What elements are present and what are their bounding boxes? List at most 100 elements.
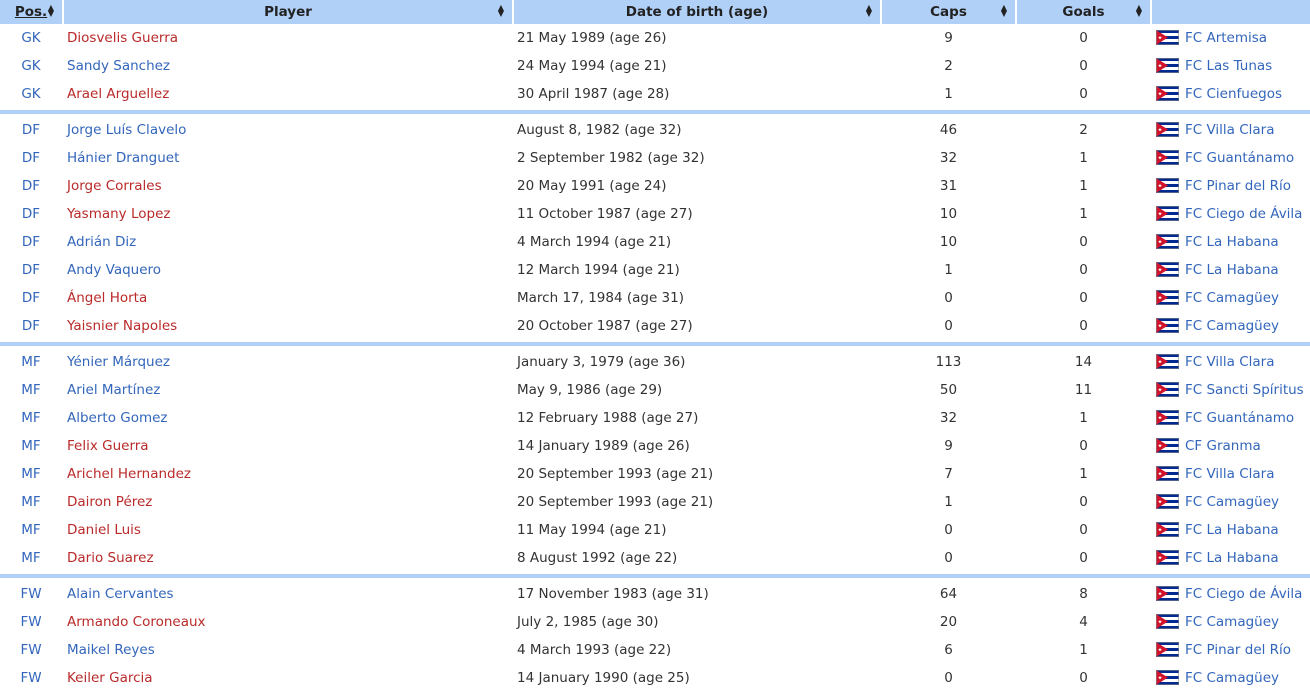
club-link[interactable]: FC La Habana	[1185, 550, 1279, 566]
squad-table: Pos. ▲ ▼ Player ▲ ▼ Date of birth (age) ▲ ▼ Ca…	[0, 0, 1310, 692]
group-separator	[0, 340, 1310, 348]
position-cell[interactable]: FW	[0, 664, 62, 692]
position-cell[interactable]: GK	[0, 52, 62, 80]
player-link[interactable]: Yénier Márquez	[67, 354, 170, 370]
sort-icon[interactable]: ▲ ▼	[1001, 4, 1007, 18]
position-cell[interactable]: MF	[0, 516, 62, 544]
club-link[interactable]: FC Cienfuegos	[1185, 86, 1282, 102]
position-cell[interactable]: DF	[0, 116, 62, 144]
club-link[interactable]: FC Camagüey	[1185, 494, 1279, 510]
sort-icon[interactable]: ▲ ▼	[866, 4, 872, 18]
goals-cell: 0	[1079, 262, 1088, 278]
position-cell[interactable]: DF	[0, 312, 62, 340]
club-link[interactable]: FC La Habana	[1185, 262, 1279, 278]
player-link[interactable]: Yaisnier Napoles	[67, 318, 177, 334]
club-link[interactable]: FC Camagüey	[1185, 670, 1279, 686]
club-link[interactable]: FC Villa Clara	[1185, 466, 1275, 482]
sort-icon[interactable]: ▲ ▼	[1136, 4, 1142, 18]
dob-cell: 11 May 1994 (age 21)	[517, 522, 667, 538]
position-cell[interactable]: DF	[0, 200, 62, 228]
club-link[interactable]: FC Las Tunas	[1185, 58, 1272, 74]
dob-cell: 30 April 1987 (age 28)	[517, 86, 670, 102]
position-cell[interactable]: MF	[0, 544, 62, 572]
dob-cell: 14 January 1990 (age 25)	[517, 670, 690, 686]
group-separator	[0, 108, 1310, 116]
player-link[interactable]: Ángel Horta	[67, 290, 147, 306]
position-cell[interactable]: FW	[0, 636, 62, 664]
dob-cell: 12 March 1994 (age 21)	[517, 262, 680, 278]
position-cell[interactable]: FW	[0, 580, 62, 608]
player-link[interactable]: Armando Coroneaux	[67, 614, 206, 630]
player-link[interactable]: Daniel Luis	[67, 522, 141, 538]
club-link[interactable]: FC Pinar del Río	[1185, 642, 1291, 658]
player-link[interactable]: Arael Arguellez	[67, 86, 169, 102]
club-link[interactable]: FC Ciego de Ávila	[1185, 586, 1302, 602]
player-link[interactable]: Jorge Luís Clavelo	[67, 122, 186, 138]
player-link[interactable]: Maikel Reyes	[67, 642, 155, 658]
club-link[interactable]: FC Camagüey	[1185, 318, 1279, 334]
column-header-dob[interactable]: Date of birth (age) ▲ ▼	[514, 0, 880, 24]
position-cell[interactable]: MF	[0, 460, 62, 488]
player-link[interactable]: Arichel Hernandez	[67, 466, 191, 482]
cuba-flag-icon	[1156, 261, 1179, 277]
position-cell[interactable]: MF	[0, 488, 62, 516]
club-link[interactable]: FC Camagüey	[1185, 290, 1279, 306]
column-header-caps[interactable]: Caps ▲ ▼	[882, 0, 1015, 24]
player-link[interactable]: Sandy Sanchez	[67, 58, 170, 74]
caps-cell: 64	[939, 586, 958, 602]
player-link[interactable]: Dairon Pérez	[67, 494, 152, 510]
player-link[interactable]: Ariel Martínez	[67, 382, 160, 398]
player-link[interactable]: Alain Cervantes	[67, 586, 174, 602]
player-link[interactable]: Dario Suarez	[67, 550, 154, 566]
club-link[interactable]: FC Guantánamo	[1185, 410, 1294, 426]
player-link[interactable]: Diosvelis Guerra	[67, 30, 178, 46]
club-link[interactable]: FC La Habana	[1185, 522, 1279, 538]
position-cell[interactable]: GK	[0, 24, 62, 52]
club-link[interactable]: FC Villa Clara	[1185, 122, 1275, 138]
club-link[interactable]: FC Pinar del Río	[1185, 178, 1291, 194]
position-cell[interactable]: GK	[0, 80, 62, 108]
player-cell: Maikel Reyes	[64, 636, 512, 664]
position-cell[interactable]: DF	[0, 144, 62, 172]
player-link[interactable]: Yasmany Lopez	[67, 206, 170, 222]
position-cell[interactable]: FW	[0, 608, 62, 636]
player-cell: Andy Vaquero	[64, 256, 512, 284]
club-cell: FC Sancti Spíritus	[1152, 376, 1310, 404]
position-cell[interactable]: DF	[0, 172, 62, 200]
position-cell[interactable]: DF	[0, 284, 62, 312]
column-header-player[interactable]: Player ▲ ▼	[64, 0, 512, 24]
club-link[interactable]: FC Camagüey	[1185, 614, 1279, 630]
player-cell: Ángel Horta	[64, 284, 512, 312]
column-header-pos[interactable]: Pos. ▲ ▼	[0, 0, 62, 24]
player-link[interactable]: Adrián Diz	[67, 234, 136, 250]
player-link[interactable]: Andy Vaquero	[67, 262, 161, 278]
goals-cell: 8	[1079, 586, 1088, 602]
sort-icon[interactable]: ▲ ▼	[48, 4, 54, 18]
cuba-flag-icon	[1156, 613, 1179, 629]
table-row: DF Yaisnier Napoles 20 October 1987 (age 2…	[0, 312, 1310, 340]
position-cell[interactable]: MF	[0, 348, 62, 376]
column-header-goals[interactable]: Goals ▲ ▼	[1017, 0, 1150, 24]
club-link[interactable]: FC Guantánamo	[1185, 150, 1294, 166]
club-link[interactable]: FC Villa Clara	[1185, 354, 1275, 370]
club-link[interactable]: FC Ciego de Ávila	[1185, 206, 1302, 222]
position-cell[interactable]: MF	[0, 432, 62, 460]
club-cell: FC Camagüey	[1152, 664, 1310, 692]
sort-icon[interactable]: ▲ ▼	[498, 4, 504, 18]
club-link[interactable]: CF Granma	[1185, 438, 1261, 454]
club-link[interactable]: FC La Habana	[1185, 234, 1279, 250]
position-cell[interactable]: MF	[0, 404, 62, 432]
player-link[interactable]: Alberto Gomez	[67, 410, 168, 426]
header-label-dob: Date of birth (age)	[625, 4, 769, 20]
position-cell[interactable]: DF	[0, 228, 62, 256]
player-link[interactable]: Hánier Dranguet	[67, 150, 179, 166]
club-cell: FC Pinar del Río	[1152, 172, 1310, 200]
club-link[interactable]: FC Artemisa	[1185, 30, 1267, 46]
player-link[interactable]: Jorge Corrales	[67, 178, 162, 194]
position-cell[interactable]: DF	[0, 256, 62, 284]
club-cell: FC Villa Clara	[1152, 116, 1310, 144]
club-link[interactable]: FC Sancti Spíritus	[1185, 382, 1304, 398]
position-cell[interactable]: MF	[0, 376, 62, 404]
player-link[interactable]: Keiler Garcia	[67, 670, 153, 686]
player-link[interactable]: Felix Guerra	[67, 438, 149, 454]
